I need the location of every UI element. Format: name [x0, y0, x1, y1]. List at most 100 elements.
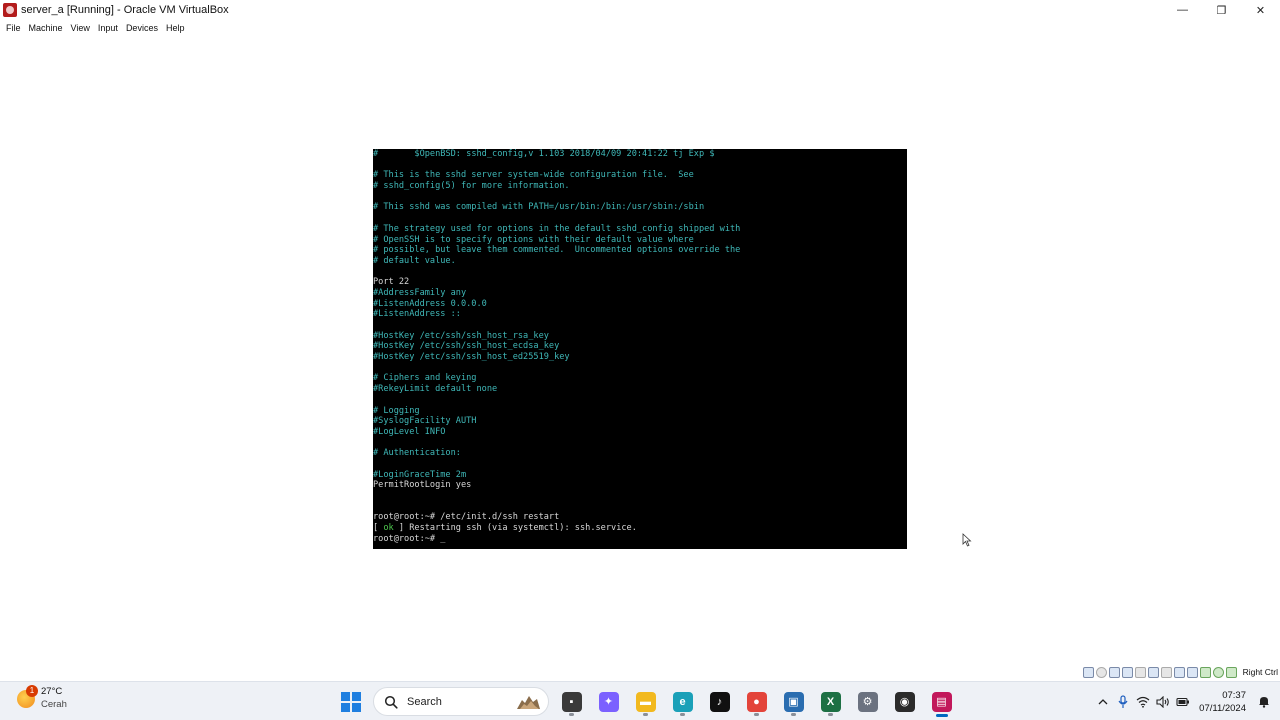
hard-disk-icon[interactable]	[1108, 666, 1120, 678]
excel-taskbar-button[interactable]: X	[812, 686, 849, 717]
terminal-line: PermitRootLogin yes	[373, 480, 472, 491]
start-button[interactable]	[332, 686, 369, 717]
terminal-line: # $OpenBSD: sshd_config,v 1.103 2018/04/…	[373, 149, 715, 159]
pinned-apps: ▪ ✦ ▬ e ♪ ● ▣ X ⚙ ◉ ▤	[553, 686, 960, 717]
notification-bell-icon[interactable]	[1254, 692, 1274, 712]
volume-icon[interactable]	[1153, 692, 1173, 712]
terminal-ok-line: [ ok ] Restarting ssh (via systemctl): s…	[373, 523, 637, 534]
guest-additions-icon[interactable]	[1199, 666, 1211, 678]
search-icon	[384, 695, 398, 709]
copilot-taskbar-button[interactable]: ✦	[590, 686, 627, 717]
windows-logo-icon	[340, 691, 361, 712]
file-manager-taskbar-button[interactable]: ▪	[553, 686, 590, 717]
terminal-line: #AddressFamily any	[373, 287, 467, 298]
terminal-line: # sshd_config(5) for more information.	[373, 181, 570, 192]
terminal-line: #HostKey /etc/ssh/ssh_host_ed25519_key	[373, 352, 570, 363]
virtualbox-window: server_a [Running] - Oracle VM VirtualBo…	[0, 0, 1280, 720]
terminal-line: # OpenSSH is to specify options with the…	[373, 234, 694, 245]
edge-taskbar-button[interactable]: e	[664, 686, 701, 717]
file-manager-icon: ▪	[561, 691, 582, 712]
taskbar-search[interactable]: Search	[373, 687, 549, 716]
terminal-line: #HostKey /etc/ssh/ssh_host_rsa_key	[373, 330, 549, 341]
taskbar-apps: Search ▪ ✦ ▬ e ♪ ● ▣ X ⚙ ◉ ▤	[332, 686, 960, 717]
clock[interactable]: 07:37 07/11/2024	[1199, 689, 1246, 715]
server-vm-taskbar-button[interactable]: ▤	[923, 686, 960, 717]
terminal-line: Port 22	[373, 277, 410, 288]
chevron-up-icon[interactable]	[1093, 692, 1113, 712]
virtualbox-manager-taskbar-button[interactable]: ▣	[775, 686, 812, 717]
shared-folders-icon[interactable]	[1147, 666, 1159, 678]
virtualbox-manager-icon: ▣	[783, 691, 804, 712]
menu-machine[interactable]: Machine	[25, 21, 67, 35]
host-key-label[interactable]: Right Ctrl	[1243, 667, 1278, 677]
weather-description: Cerah	[41, 699, 67, 710]
excel-icon: X	[820, 691, 841, 712]
clock-time: 07:37	[1222, 689, 1246, 701]
terminal-line: # default value.	[373, 255, 456, 266]
weather-widget[interactable]: 1 27°C Cerah	[17, 684, 67, 711]
tiktok-icon: ♪	[709, 691, 730, 712]
recording-icon[interactable]	[1173, 666, 1185, 678]
settings-taskbar-button[interactable]: ⚙	[849, 686, 886, 717]
notification-badge: 1	[26, 684, 38, 697]
file-explorer-taskbar-button[interactable]: ▬	[627, 686, 664, 717]
mouse-pointer-icon	[962, 533, 972, 547]
virtualbox-app-icon	[3, 3, 17, 17]
display-icon[interactable]	[1160, 666, 1172, 678]
settings-icon: ⚙	[857, 691, 878, 712]
window-controls: — ❐ ✕	[1163, 0, 1280, 20]
terminal-prompt[interactable]: root@root:~# _	[373, 534, 907, 545]
terminal-line: #RekeyLimit default none	[373, 384, 498, 395]
tiktok-taskbar-button[interactable]: ♪	[701, 686, 738, 717]
title-bar: server_a [Running] - Oracle VM VirtualBo…	[0, 0, 1280, 20]
wifi-icon[interactable]	[1133, 692, 1153, 712]
terminal-line: #ListenAddress 0.0.0.0	[373, 298, 487, 309]
terminal-output: # $OpenBSD: sshd_config,v 1.103 2018/04/…	[373, 149, 907, 523]
cpu-icon[interactable]	[1186, 666, 1198, 678]
microphone-icon[interactable]	[1113, 692, 1133, 712]
sun-icon: 1	[17, 684, 38, 708]
obs-taskbar-button[interactable]: ◉	[886, 686, 923, 717]
network-icon[interactable]	[1121, 666, 1133, 678]
terminal-line: # This sshd was compiled with PATH=/usr/…	[373, 202, 705, 213]
optical-drive-icon[interactable]	[1082, 666, 1094, 678]
menu-help[interactable]: Help	[162, 21, 189, 35]
terminal-line: # Authentication:	[373, 448, 461, 459]
battery-icon[interactable]	[1173, 692, 1193, 712]
keyboard-capture-icon[interactable]	[1225, 666, 1237, 678]
terminal-line: # Logging	[373, 405, 420, 416]
close-button[interactable]: ✕	[1241, 0, 1280, 20]
mouse-integration-icon[interactable]	[1212, 666, 1224, 678]
menu-file[interactable]: File	[2, 21, 25, 35]
clock-date: 07/11/2024	[1199, 702, 1246, 714]
minimize-button[interactable]: —	[1163, 0, 1202, 20]
menu-view[interactable]: View	[67, 21, 94, 35]
terminal-line: # Ciphers and keying	[373, 373, 477, 384]
restore-button[interactable]: ❐	[1202, 0, 1241, 20]
chrome-taskbar-button[interactable]: ●	[738, 686, 775, 717]
menu-input[interactable]: Input	[94, 21, 122, 35]
windows-taskbar: 1 27°C Cerah Search ▪ ✦ ▬ e ♪ ● ▣ X ⚙ ◉ …	[0, 681, 1280, 720]
terminal-line: #HostKey /etc/ssh/ssh_host_ecdsa_key	[373, 341, 560, 352]
audio-disk-icon[interactable]	[1095, 666, 1107, 678]
menu-devices[interactable]: Devices	[122, 21, 162, 35]
server-vm-icon: ▤	[931, 691, 952, 712]
window-title: server_a [Running] - Oracle VM VirtualBo…	[21, 4, 229, 16]
file-explorer-icon: ▬	[635, 691, 656, 712]
terminal-line: #SyslogFacility AUTH	[373, 416, 477, 427]
search-highlight-icon	[517, 696, 540, 709]
vm-status-bar: Right Ctrl	[1082, 664, 1280, 680]
vm-terminal-screen[interactable]: # $OpenBSD: sshd_config,v 1.103 2018/04/…	[373, 149, 907, 549]
usb-icon[interactable]	[1134, 666, 1146, 678]
copilot-icon: ✦	[598, 691, 619, 712]
